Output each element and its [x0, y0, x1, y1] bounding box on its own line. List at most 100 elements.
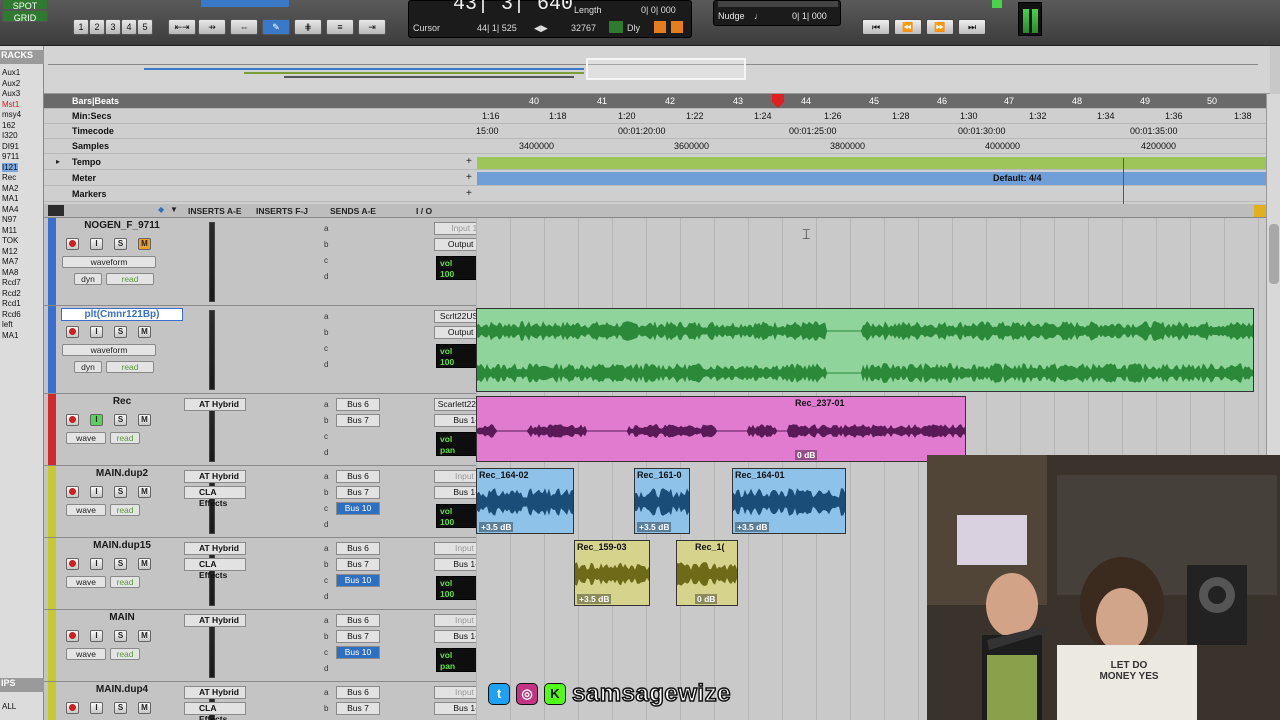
add-tempo-icon[interactable]: +	[466, 156, 472, 167]
track-name[interactable]: MAIN.dup4	[61, 684, 183, 697]
clip-gain[interactable]: +3.5 dB	[577, 594, 612, 604]
track-list-item[interactable]: 9711	[2, 152, 19, 161]
track-list-item[interactable]: N97	[2, 215, 17, 224]
tracks-list-header[interactable]: RACKS	[0, 50, 44, 64]
track-header[interactable]: NOGEN_F_9711 I S Mwaveform dyn read a b c d Input …	[44, 218, 502, 306]
track-list-item[interactable]: Aux3	[2, 89, 20, 98]
automation-mode-selector[interactable]: read	[110, 648, 140, 660]
insert-slot[interactable]: CLA Effects	[184, 702, 246, 720]
insert-slot[interactable]: AT Hybrid	[184, 398, 246, 411]
track-header[interactable]: plt(Cmnr121Bp) I S Mwaveform dyn read a b c d Scrl…	[44, 306, 502, 394]
send-slot[interactable]: Bus 6	[336, 398, 380, 411]
insert-slot[interactable]: AT Hybrid	[184, 686, 246, 699]
playlist-selector[interactable]: dyn	[74, 273, 102, 285]
track-header[interactable]: MAIN.dup15 I S Mwave read AT Hybrid CLA Effect…	[44, 538, 502, 610]
insert-slot[interactable]: AT Hybrid	[184, 542, 246, 555]
automation-mode-selector[interactable]: read	[106, 273, 154, 285]
track-list-item[interactable]: Rcd7	[2, 278, 21, 287]
record-enable-button[interactable]	[66, 326, 79, 338]
track-view-selector[interactable]: wave	[66, 432, 106, 444]
mute-button[interactable]: M	[138, 326, 151, 338]
smart-tool-button[interactable]: ✎	[262, 19, 290, 35]
group-all[interactable]: ALL	[2, 702, 16, 711]
inserts-f-j-header[interactable]: INSERTS F-J	[256, 206, 308, 216]
playhead-marker-icon[interactable]	[772, 94, 784, 108]
insert-slot[interactable]: CLA Effects	[184, 486, 246, 508]
track-list-item[interactable]: Rcd6	[2, 310, 21, 319]
rewind-button[interactable]: ⏪	[894, 19, 922, 35]
meter-lane[interactable]: Default: 4/4	[477, 172, 1266, 185]
fast-forward-button[interactable]: ⏩	[926, 19, 954, 35]
track-list-item[interactable]: MA8	[2, 268, 18, 277]
track-name[interactable]: MAIN	[61, 612, 183, 625]
edit-mode-indicator[interactable]	[200, 0, 290, 8]
grid-mode-button[interactable]: GRID	[2, 10, 48, 23]
mute-button[interactable]: M	[138, 558, 151, 570]
spot-mode-button[interactable]: SPOT	[2, 0, 48, 11]
track-list-item[interactable]: 162	[2, 121, 15, 130]
send-slot[interactable]: Bus 6	[336, 470, 380, 483]
track-header[interactable]: MAIN I S Mwave read AT Hybrid a b c d Bus 6 Bus 7 Bu…	[44, 610, 502, 682]
send-slot[interactable]: Bus 10	[336, 502, 380, 515]
input-monitor-button[interactable]: I	[90, 702, 103, 714]
track-list-item[interactable]: MA2	[2, 184, 18, 193]
audio-clip[interactable]: Rec_164-02 +3.5 dB	[476, 468, 574, 534]
send-slot[interactable]: Bus 7	[336, 702, 380, 715]
input-monitor-button[interactable]: I	[90, 630, 103, 642]
track-list-item[interactable]: left	[2, 320, 13, 329]
track-list-item[interactable]: DI91	[2, 142, 19, 151]
solo-button[interactable]: S	[114, 486, 127, 498]
nudge-value[interactable]: 0| 1| 000	[792, 11, 827, 21]
track-list-item[interactable]: Aux2	[2, 79, 20, 88]
track-view-selector[interactable]: wave	[66, 648, 106, 660]
track-list-item[interactable]: I320	[2, 131, 18, 140]
record-enable-button[interactable]	[66, 558, 79, 570]
automation-mode-selector[interactable]: read	[110, 432, 140, 444]
zoom-preset-1[interactable]: 1	[73, 19, 89, 35]
mute-button[interactable]: M	[138, 238, 151, 250]
zoom-preset-4[interactable]: 4	[121, 19, 137, 35]
clip-gain[interactable]: +3.5 dB	[479, 522, 514, 532]
record-enable-button[interactable]	[66, 486, 79, 498]
sort-icon[interactable]: ◆	[158, 205, 164, 214]
track-list-item[interactable]: I121	[2, 162, 18, 172]
track-name[interactable]: MAIN.dup2	[61, 468, 183, 481]
ruler-timecode[interactable]: Timecode 15:00 00:01:20:00 00:01:25:00 0…	[44, 124, 1266, 139]
playlist-selector[interactable]: dyn	[74, 361, 102, 373]
add-marker-icon[interactable]: +	[466, 188, 472, 199]
insert-slot[interactable]: CLA Effects	[184, 558, 246, 580]
track-name[interactable]: MAIN.dup15	[61, 540, 183, 553]
expand-tempo-icon[interactable]: ▸	[56, 157, 60, 166]
track-list-item[interactable]: M11	[2, 226, 17, 235]
send-slot[interactable]: Bus 7	[336, 630, 380, 643]
solo-button[interactable]: S	[114, 558, 127, 570]
track-header[interactable]: Rec I S Mwave read AT Hybrid a b c d Bus 6 Bus 7 Sca…	[44, 394, 502, 466]
audio-clip[interactable]: Rec_1( 0 dB	[676, 540, 738, 606]
add-meter-icon[interactable]: +	[466, 172, 472, 183]
clip-gain[interactable]: +3.5 dB	[637, 522, 672, 532]
input-monitor-button[interactable]: I	[90, 326, 103, 338]
online-icon[interactable]	[654, 21, 666, 33]
audio-clip[interactable]: Rec_161-0 +3.5 dB	[634, 468, 690, 534]
track-name[interactable]: NOGEN_F_9711	[61, 220, 183, 233]
ruler-samples[interactable]: Samples 3400000 3600000 3800000 4000000 …	[44, 139, 1266, 154]
automation-mode-selector[interactable]: read	[110, 576, 140, 588]
track-list-item[interactable]: msy4	[2, 110, 21, 119]
ruler-tempo[interactable]: ▸ Tempo +	[44, 155, 1266, 170]
send-slot[interactable]: Bus 10	[336, 646, 380, 659]
automation-mode-selector[interactable]: read	[110, 504, 140, 516]
record-enable-button[interactable]	[66, 630, 79, 642]
pan-left-value[interactable]: 100	[440, 589, 454, 599]
insert-slot[interactable]: AT Hybrid	[184, 614, 246, 627]
insert-slot[interactable]: AT Hybrid	[184, 470, 246, 483]
mute-button[interactable]: M	[138, 630, 151, 642]
send-slot[interactable]: Bus 6	[336, 686, 380, 699]
track-list-item[interactable]: M12	[2, 247, 18, 256]
scrubber-tool-button[interactable]: ⋕	[294, 19, 322, 35]
pan-left-value[interactable]: 100	[440, 357, 454, 367]
zoom-preset-5[interactable]: 5	[137, 19, 153, 35]
record-enable-button[interactable]	[66, 238, 79, 250]
track-view-selector[interactable]: waveform	[62, 344, 156, 356]
clip-gain[interactable]: 0 dB	[795, 450, 818, 460]
inserts-a-e-header[interactable]: INSERTS A-E	[188, 206, 242, 216]
